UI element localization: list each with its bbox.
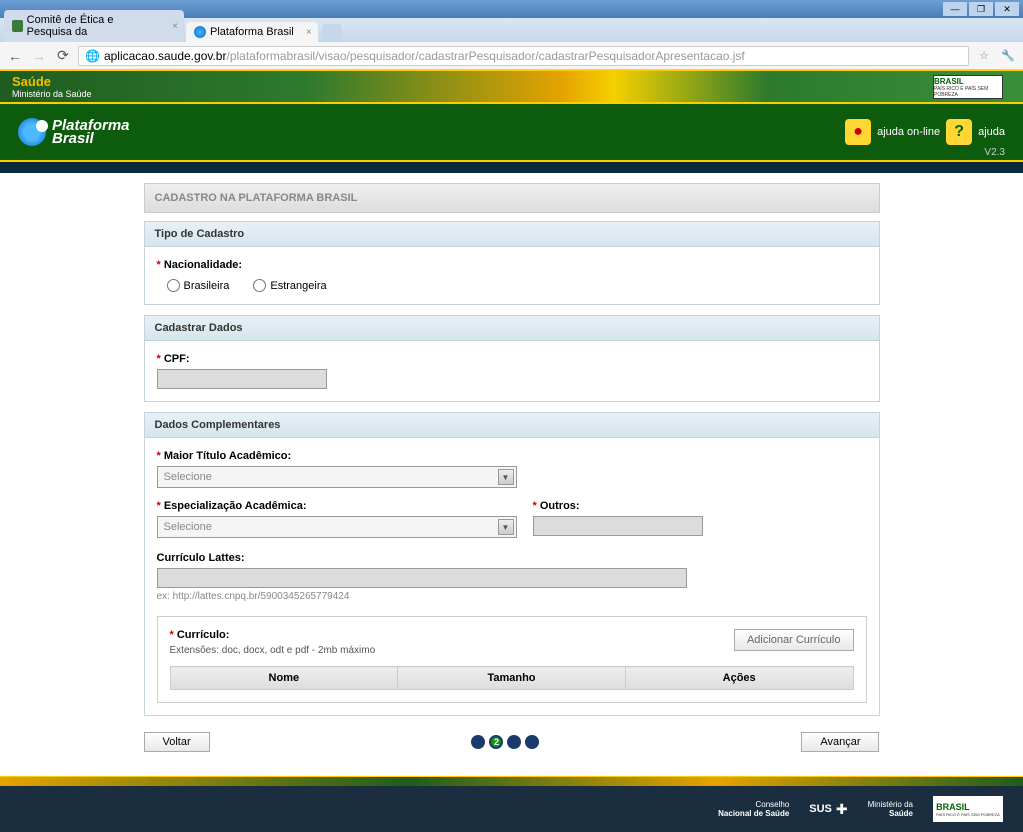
footer-ministerio: Ministério daSaúde [868,800,913,818]
help-area: ajuda on-line ? ajuda [845,119,1005,145]
panel-header: Cadastrar Dados [145,316,879,341]
help-online-link[interactable]: ajuda on-line [877,126,940,138]
nacionalidade-label: * Nacionalidade: [157,259,867,271]
saude-subtitle: Ministério da Saúde [12,89,1011,99]
settings-wrench-icon[interactable]: 🔧 [999,47,1017,65]
tipo-cadastro-panel: Tipo de Cadastro * Nacionalidade: Brasil… [144,221,880,305]
curriculo-upload-box: * Currículo: Extensões: doc, docx, odt e… [157,616,867,703]
th-tamanho: Tamanho [398,667,626,690]
cpf-input[interactable] [157,369,327,389]
th-nome: Nome [170,667,398,690]
outros-input[interactable] [533,516,703,536]
saude-title: Saúde [12,74,1011,89]
main-content: CADASTRO NA PLATAFORMA BRASIL Tipo de Ca… [144,183,880,766]
back-button[interactable]: ← [6,47,24,65]
cadastrar-dados-panel: Cadastrar Dados * CPF: [144,315,880,402]
close-icon[interactable]: × [306,27,312,38]
cpf-label: * CPF: [157,353,867,365]
help-link[interactable]: ajuda [978,126,1005,138]
page-title: CADASTRO NA PLATAFORMA BRASIL [144,183,880,213]
window-maximize-button[interactable]: ❐ [969,2,993,16]
curriculo-extensions: Extensões: doc, docx, odt e pdf - 2mb má… [170,645,376,656]
chevron-down-icon: ▼ [498,469,514,485]
bookmark-star-icon[interactable]: ☆ [975,47,993,65]
tab-title: Plataforma Brasil [210,26,294,38]
help-online-icon[interactable] [845,119,871,145]
window-close-button[interactable]: ✕ [995,2,1019,16]
separator-bar [0,162,1023,173]
radio-estrangeira[interactable]: Estrangeira [253,279,326,292]
chevron-down-icon: ▼ [498,519,514,535]
favicon-icon [12,20,23,32]
especializacao-label: * Especialização Acadêmica: [157,500,517,512]
tab-title: Comitê de Ética e Pesquisa da [27,14,160,38]
select-value: Selecione [164,471,212,483]
step-indicator: 2 [471,735,539,749]
voltar-button[interactable]: Voltar [144,732,210,752]
step-dot-4[interactable] [525,735,539,749]
url-host: aplicacao.saude.gov.br [104,49,227,63]
lattes-input[interactable] [157,568,687,588]
select-value: Selecione [164,521,212,533]
brasil-logo-sub: PAÍS RICO É PAÍS SEM POBREZA [934,86,1002,98]
curriculo-table: Nome Tamanho Ações [170,666,854,690]
globe-icon: 🌐 [85,49,100,63]
window-minimize-button[interactable]: — [943,2,967,16]
logo-text: PlataformaBrasil [52,119,130,145]
radio-input[interactable] [253,279,266,292]
globe-logo-icon [18,118,46,146]
gov-header-bar: Saúde Ministério da Saúde BRASIL PAÍS RI… [0,70,1023,104]
th-acoes: Ações [625,667,853,690]
panel-header: Tipo de Cadastro [145,222,879,247]
browser-tab-inactive[interactable]: Comitê de Ética e Pesquisa da × [4,10,184,42]
close-icon[interactable]: × [172,21,178,32]
panel-header: Dados Complementares [145,413,879,438]
address-bar[interactable]: 🌐 aplicacao.saude.gov.br/plataformabrasi… [78,46,969,66]
step-dot-2-active[interactable]: 2 [489,735,503,749]
radio-input[interactable] [167,279,180,292]
browser-tab-strip: Comitê de Ética e Pesquisa da × Platafor… [0,18,1023,42]
radio-label: Estrangeira [270,280,326,292]
browser-tab-active[interactable]: Plataforma Brasil × [186,22,318,42]
footer: ConselhoNacional de Saúde SUS ✚ Ministér… [0,786,1023,832]
footer-color-bar [0,776,1023,786]
maior-titulo-select[interactable]: Selecione ▼ [157,466,517,488]
footer-conselho: ConselhoNacional de Saúde [718,800,789,818]
maior-titulo-label: * Maior Título Acadêmico: [157,450,867,462]
new-tab-button[interactable] [322,24,342,42]
avancar-button[interactable]: Avançar [801,732,879,752]
plus-icon: ✚ [836,801,848,818]
footer-brasil-logo: BRASIL PAÍS RICO É PAÍS SEM POBREZA [933,796,1003,822]
reload-button[interactable]: ⟳ [54,47,72,65]
url-path: /plataformabrasil/visao/pesquisador/cada… [226,49,744,63]
radio-label: Brasileira [184,280,230,292]
curriculo-label: * Currículo: [170,629,376,641]
lattes-hint: ex: http://lattes.cnpq.br/59003452657794… [157,591,867,602]
lattes-label: Currículo Lattes: [157,552,867,564]
forward-button[interactable]: → [30,47,48,65]
footer-sus: SUS ✚ [809,801,847,818]
step-dot-1[interactable] [471,735,485,749]
brasil-logo: BRASIL PAÍS RICO É PAÍS SEM POBREZA [933,75,1003,99]
plataforma-brasil-logo[interactable]: PlataformaBrasil [18,118,130,146]
wizard-navigation: Voltar 2 Avançar [144,726,880,766]
site-header: PlataformaBrasil ajuda on-line ? ajuda V… [0,104,1023,162]
version-label: V2.3 [984,147,1005,158]
help-icon[interactable]: ? [946,119,972,145]
especializacao-select[interactable]: Selecione ▼ [157,516,517,538]
adicionar-curriculo-button[interactable]: Adicionar Currículo [734,629,854,651]
favicon-icon [194,26,206,38]
browser-toolbar: ← → ⟳ 🌐 aplicacao.saude.gov.br/plataform… [0,42,1023,70]
dados-complementares-panel: Dados Complementares * Maior Título Acad… [144,412,880,716]
outros-label: * Outros: [533,500,703,512]
brasil-logo-text: BRASIL [934,77,1002,86]
step-dot-3[interactable] [507,735,521,749]
radio-brasileira[interactable]: Brasileira [167,279,230,292]
